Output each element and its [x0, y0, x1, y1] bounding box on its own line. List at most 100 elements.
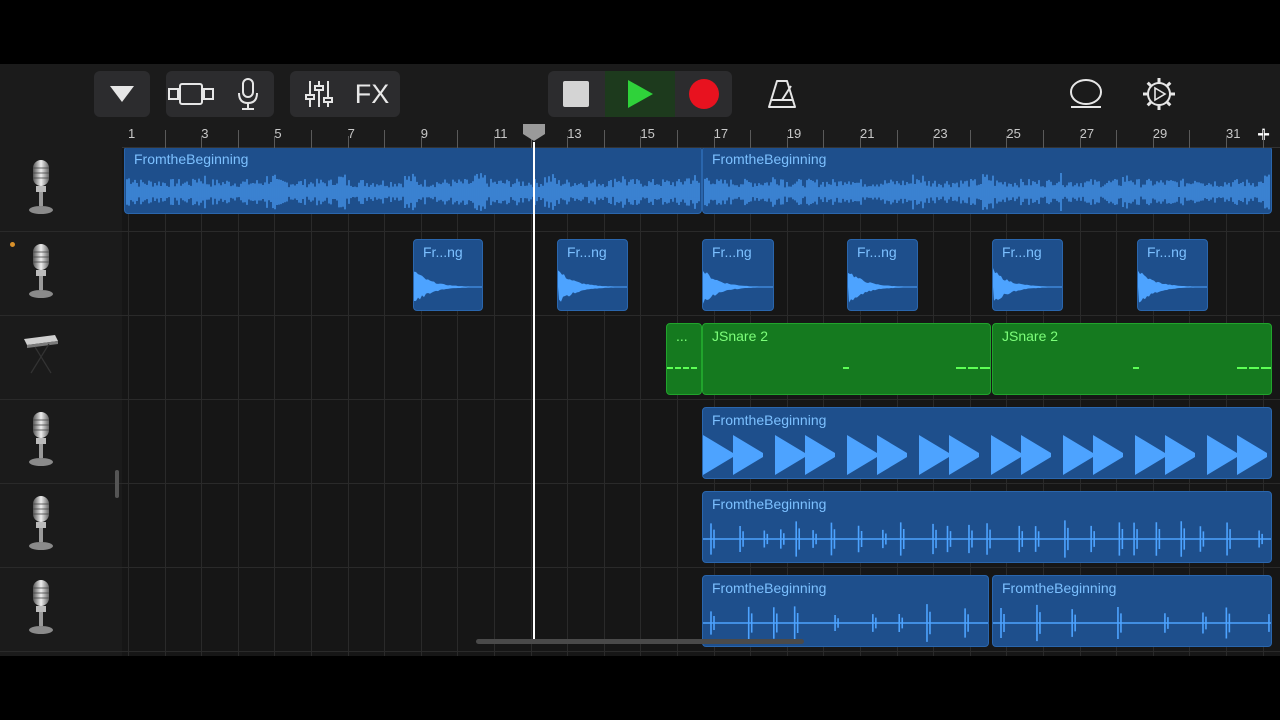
- ruler-tick: [237, 130, 239, 148]
- audio-region[interactable]: Fr...ng: [557, 239, 628, 311]
- gear-icon: [1143, 78, 1175, 110]
- mix-controls: FX: [290, 71, 400, 117]
- bar-gridline: [237, 148, 239, 656]
- view-controls: [166, 71, 274, 117]
- track-header[interactable]: [0, 148, 122, 232]
- ruler-tick: [823, 130, 825, 148]
- ruler-bar-number: 13: [567, 126, 582, 141]
- bar-gridline: [347, 148, 349, 656]
- metronome-icon: [768, 80, 796, 108]
- bar-ruler[interactable]: + 135791113151719212325272931: [122, 122, 1280, 148]
- settings-button[interactable]: [1137, 71, 1181, 117]
- region-label: FromtheBeginning: [1002, 580, 1117, 596]
- playhead-handle[interactable]: [522, 124, 546, 142]
- horizontal-scrollbar[interactable]: [476, 639, 804, 644]
- midi-notes: [1133, 367, 1271, 369]
- track-header[interactable]: [0, 484, 122, 568]
- metronome-button[interactable]: [760, 71, 804, 117]
- waveform: [703, 520, 1271, 558]
- lane-separator: [122, 651, 1280, 652]
- region-label: FromtheBeginning: [134, 151, 249, 167]
- audio-region[interactable]: FromtheBeginning: [124, 148, 702, 214]
- microphone-icon: [28, 410, 54, 473]
- record-button[interactable]: [676, 71, 732, 117]
- audio-region[interactable]: FromtheBeginning: [992, 575, 1272, 647]
- bar-gridline: [164, 148, 166, 656]
- loop-icon: [1070, 79, 1102, 108]
- microphone-icon: [28, 494, 54, 557]
- ruler-bar-number: 15: [640, 126, 655, 141]
- audio-region[interactable]: FromtheBeginning: [702, 575, 989, 647]
- my-songs-button[interactable]: [94, 71, 150, 117]
- track-header[interactable]: [0, 568, 122, 652]
- waveform: [704, 173, 1270, 211]
- audio-region[interactable]: Fr...ng: [413, 239, 483, 311]
- ruler-tick: [603, 130, 605, 148]
- track-header[interactable]: [0, 316, 122, 400]
- vertical-scrollbar[interactable]: [115, 470, 119, 498]
- audio-region[interactable]: Fr...ng: [702, 239, 774, 311]
- ruler-tick: [1226, 136, 1227, 148]
- track-header[interactable]: [0, 400, 122, 484]
- midi-region[interactable]: JSnare 2: [702, 323, 991, 395]
- ruler-tick: [969, 130, 971, 148]
- waveform: [126, 173, 700, 211]
- ruler-tick: [201, 136, 203, 148]
- audio-region[interactable]: FromtheBeginning: [702, 148, 1272, 214]
- bar-gridline: [311, 148, 312, 656]
- audio-region[interactable]: FromtheBeginning: [702, 491, 1272, 563]
- bar-gridline: [494, 148, 495, 656]
- lane-separator: [122, 399, 1280, 400]
- audio-region[interactable]: FromtheBeginning: [702, 407, 1272, 479]
- midi-region[interactable]: JSnare 2: [992, 323, 1272, 395]
- bar-gridline: [457, 148, 459, 656]
- ruler-bar-number: 19: [786, 126, 802, 141]
- ruler-tick: [494, 136, 495, 148]
- region-label: JSnare 2: [1002, 328, 1059, 344]
- audio-region[interactable]: Fr...ng: [1137, 239, 1208, 311]
- transport-controls: [548, 71, 732, 117]
- loop-browser-button[interactable]: [1064, 71, 1108, 117]
- ruler-tick: [1189, 130, 1191, 148]
- lane-separator: [122, 483, 1280, 484]
- tracks-area[interactable]: FromtheBeginning FromtheBeginning Fr...ng F…: [122, 148, 1280, 656]
- ruler-bar-number: 7: [347, 126, 355, 141]
- fx-button[interactable]: FX: [346, 71, 398, 117]
- audio-region[interactable]: Fr...ng: [992, 239, 1063, 311]
- lane-separator: [122, 231, 1280, 232]
- region-label: Fr...ng: [857, 244, 897, 260]
- audio-region[interactable]: Fr...ng: [847, 239, 918, 311]
- ruler-bar-number: 11: [494, 126, 508, 141]
- track-header[interactable]: [0, 232, 122, 316]
- ruler-tick: [457, 130, 459, 148]
- bar-gridline: [201, 148, 203, 656]
- play-icon: [628, 80, 653, 108]
- microphone-icon: [28, 578, 54, 641]
- region-label: JSnare 2: [712, 328, 769, 344]
- bar-gridline: [603, 148, 605, 656]
- midi-region[interactable]: ...: [666, 323, 702, 395]
- bar-gridline: [384, 148, 386, 656]
- ruler-tick: [1043, 130, 1044, 148]
- browser-view-button[interactable]: [166, 71, 218, 117]
- microphone-icon: [28, 242, 54, 305]
- waveform: [414, 271, 482, 301]
- region-label: FromtheBeginning: [712, 580, 827, 596]
- microphone-icon: [28, 158, 54, 221]
- ruler-bar-number: 9: [420, 126, 429, 141]
- bar-gridline: [567, 148, 569, 656]
- stop-button[interactable]: [548, 71, 604, 117]
- microphone-button[interactable]: [226, 71, 270, 117]
- midi-notes: [843, 367, 990, 369]
- bar-gridline: [640, 148, 642, 656]
- play-button[interactable]: [605, 71, 675, 117]
- lane-separator: [122, 315, 1280, 316]
- mixer-button[interactable]: [294, 71, 344, 117]
- control-bar: FX: [0, 64, 1280, 124]
- ruler-bar-number: 1: [128, 126, 136, 141]
- ruler-tick: [311, 130, 312, 148]
- stop-icon: [563, 81, 589, 107]
- ruler-bar-number: 5: [274, 126, 282, 141]
- bar-gridline: [677, 148, 678, 656]
- garageband-tracks-view: FX 1 3 5 7 9 11 13 15 17 19 21 23 25 27 …: [0, 64, 1280, 656]
